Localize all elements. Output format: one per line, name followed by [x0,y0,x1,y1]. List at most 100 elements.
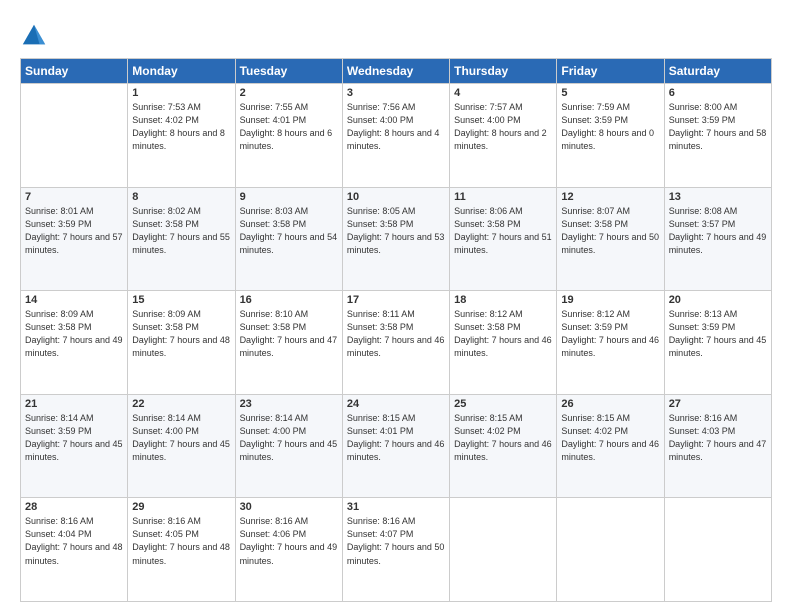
calendar-cell: 11 Sunrise: 8:06 AMSunset: 3:58 PMDayligh… [450,187,557,291]
day-number: 20 [669,294,767,306]
week-row-1: 7 Sunrise: 8:01 AMSunset: 3:59 PMDaylight… [21,187,772,291]
calendar-cell: 4 Sunrise: 7:57 AMSunset: 4:00 PMDaylight… [450,84,557,188]
calendar-cell: 24 Sunrise: 8:15 AMSunset: 4:01 PMDayligh… [342,394,449,498]
calendar-cell: 19Sunrise: 8:12 AMSunset: 3:59 PMDayligh… [557,291,664,395]
day-number: 31 [347,501,445,513]
calendar-cell: 10Sunrise: 8:05 AMSunset: 3:58 PMDayligh… [342,187,449,291]
day-info: Sunrise: 7:53 AMSunset: 4:02 PMDaylight:… [132,101,230,153]
calendar-cell: 8 Sunrise: 8:02 AMSunset: 3:58 PMDaylight… [128,187,235,291]
day-number: 6 [669,87,767,99]
day-number: 4 [454,87,552,99]
day-info: Sunrise: 8:13 AMSunset: 3:59 PMDaylight:… [669,308,767,360]
calendar-cell: 7 Sunrise: 8:01 AMSunset: 3:59 PMDaylight… [21,187,128,291]
calendar-cell: 13Sunrise: 8:08 AMSunset: 3:57 PMDayligh… [664,187,771,291]
day-number: 18 [454,294,552,306]
day-info: Sunrise: 8:03 AMSunset: 3:58 PMDaylight:… [240,205,338,257]
week-row-0: 1Sunrise: 7:53 AMSunset: 4:02 PMDaylight… [21,84,772,188]
day-info: Sunrise: 7:56 AMSunset: 4:00 PMDaylight:… [347,101,445,153]
day-info: Sunrise: 8:10 AMSunset: 3:58 PMDaylight:… [240,308,338,360]
calendar-cell: 15 Sunrise: 8:09 AMSunset: 3:58 PMDayligh… [128,291,235,395]
day-info: Sunrise: 8:01 AMSunset: 3:59 PMDaylight:… [25,205,123,257]
day-info: Sunrise: 8:15 AMSunset: 4:02 PMDaylight:… [454,412,552,464]
day-number: 5 [561,87,659,99]
calendar-cell: 5 Sunrise: 7:59 AMSunset: 3:59 PMDaylight… [557,84,664,188]
day-info: Sunrise: 8:12 AMSunset: 3:59 PMDaylight:… [561,308,659,360]
day-number: 24 [347,398,445,410]
calendar-cell [664,498,771,602]
day-number: 22 [132,398,230,410]
week-row-3: 21Sunrise: 8:14 AMSunset: 3:59 PMDayligh… [21,394,772,498]
day-info: Sunrise: 8:07 AMSunset: 3:58 PMDaylight:… [561,205,659,257]
day-info: Sunrise: 8:16 AMSunset: 4:07 PMDaylight:… [347,515,445,567]
day-info: Sunrise: 8:00 AMSunset: 3:59 PMDaylight:… [669,101,767,153]
day-number: 3 [347,87,445,99]
calendar-cell: 12 Sunrise: 8:07 AMSunset: 3:58 PMDayligh… [557,187,664,291]
calendar-cell: 25 Sunrise: 8:15 AMSunset: 4:02 PMDayligh… [450,394,557,498]
day-info: Sunrise: 7:55 AMSunset: 4:01 PMDaylight:… [240,101,338,153]
calendar-cell: 2 Sunrise: 7:55 AMSunset: 4:01 PMDaylight… [235,84,342,188]
calendar-cell: 9 Sunrise: 8:03 AMSunset: 3:58 PMDaylight… [235,187,342,291]
calendar-cell: 26 Sunrise: 8:15 AMSunset: 4:02 PMDayligh… [557,394,664,498]
calendar-cell: 6 Sunrise: 8:00 AMSunset: 3:59 PMDaylight… [664,84,771,188]
weekday-header-monday: Monday [128,59,235,84]
calendar-cell: 14Sunrise: 8:09 AMSunset: 3:58 PMDayligh… [21,291,128,395]
week-row-2: 14 Sunrise: 8:09 AMSunset: 3:58 PMDayligh… [21,291,772,395]
day-number: 16 [240,294,338,306]
day-number: 17 [347,294,445,306]
day-number: 8 [132,191,230,203]
calendar-cell: 18 Sunrise: 8:12 AMSunset: 3:58 PMDayligh… [450,291,557,395]
day-info: Sunrise: 8:15 AMSunset: 4:02 PMDaylight:… [561,412,659,464]
day-info: Sunrise: 8:14 AMSunset: 4:00 PMDaylight:… [132,412,230,464]
calendar-cell: 3 Sunrise: 7:56 AMSunset: 4:00 PMDaylight… [342,84,449,188]
weekday-header-friday: Friday [557,59,664,84]
weekday-header-thursday: Thursday [450,59,557,84]
day-info: Sunrise: 8:12 AMSunset: 3:58 PMDaylight:… [454,308,552,360]
calendar-cell: 20 Sunrise: 8:13 AMSunset: 3:59 PMDayligh… [664,291,771,395]
day-number: 25 [454,398,552,410]
day-number: 15 [132,294,230,306]
day-number: 27 [669,398,767,410]
day-number: 26 [561,398,659,410]
calendar-cell: 28 Sunrise: 8:16 AMSunset: 4:04 PMDayligh… [21,498,128,602]
day-number: 29 [132,501,230,513]
day-number: 21 [25,398,123,410]
day-number: 23 [240,398,338,410]
day-info: Sunrise: 7:59 AMSunset: 3:59 PMDaylight:… [561,101,659,153]
calendar-cell: 29 Sunrise: 8:16 AMSunset: 4:05 PMDayligh… [128,498,235,602]
day-number: 9 [240,191,338,203]
calendar-cell: 27 Sunrise: 8:16 AMSunset: 4:03 PMDayligh… [664,394,771,498]
weekday-header-tuesday: Tuesday [235,59,342,84]
day-info: Sunrise: 8:16 AMSunset: 4:05 PMDaylight:… [132,515,230,567]
day-number: 2 [240,87,338,99]
day-number: 11 [454,191,552,203]
day-info: Sunrise: 8:06 AMSunset: 3:58 PMDaylight:… [454,205,552,257]
logo [20,22,50,50]
day-number: 28 [25,501,123,513]
day-info: Sunrise: 8:09 AMSunset: 3:58 PMDaylight:… [132,308,230,360]
day-info: Sunrise: 8:16 AMSunset: 4:03 PMDaylight:… [669,412,767,464]
day-number: 10 [347,191,445,203]
page: SundayMondayTuesdayWednesdayThursdayFrid… [0,0,792,612]
calendar-cell: 21Sunrise: 8:14 AMSunset: 3:59 PMDayligh… [21,394,128,498]
day-info: Sunrise: 8:15 AMSunset: 4:01 PMDaylight:… [347,412,445,464]
weekday-header-sunday: Sunday [21,59,128,84]
weekday-header-wednesday: Wednesday [342,59,449,84]
day-info: Sunrise: 8:16 AMSunset: 4:04 PMDaylight:… [25,515,123,567]
day-info: Sunrise: 7:57 AMSunset: 4:00 PMDaylight:… [454,101,552,153]
calendar-cell [557,498,664,602]
logo-icon [20,22,48,50]
day-number: 7 [25,191,123,203]
calendar-cell: 30 Sunrise: 8:16 AMSunset: 4:06 PMDayligh… [235,498,342,602]
day-info: Sunrise: 8:02 AMSunset: 3:58 PMDaylight:… [132,205,230,257]
day-number: 12 [561,191,659,203]
day-number: 14 [25,294,123,306]
day-info: Sunrise: 8:16 AMSunset: 4:06 PMDaylight:… [240,515,338,567]
calendar-cell: 16 Sunrise: 8:10 AMSunset: 3:58 PMDayligh… [235,291,342,395]
day-number: 13 [669,191,767,203]
calendar-cell [21,84,128,188]
calendar-cell: 31 Sunrise: 8:16 AMSunset: 4:07 PMDayligh… [342,498,449,602]
weekday-header-row: SundayMondayTuesdayWednesdayThursdayFrid… [21,59,772,84]
day-number: 30 [240,501,338,513]
week-row-4: 28 Sunrise: 8:16 AMSunset: 4:04 PMDayligh… [21,498,772,602]
weekday-header-saturday: Saturday [664,59,771,84]
